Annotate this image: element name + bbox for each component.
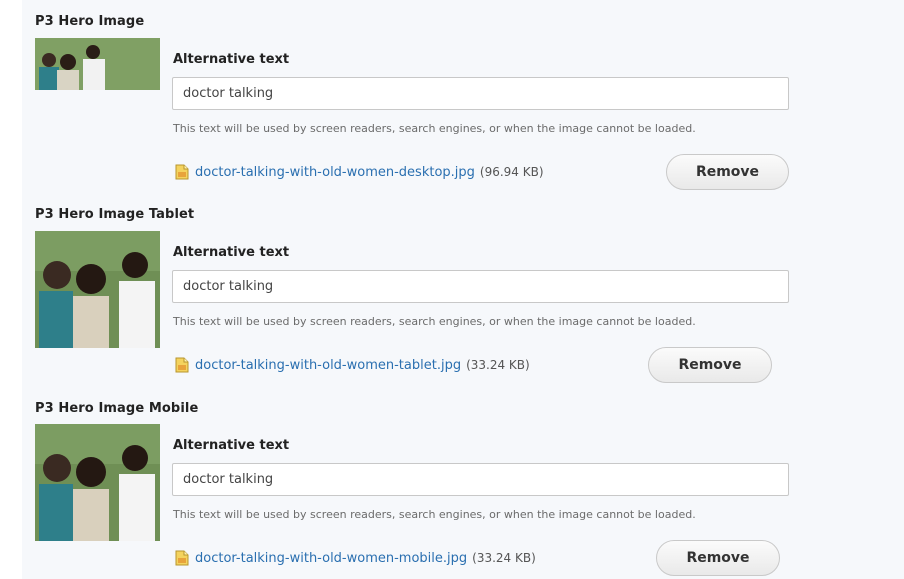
file-size-mobile: (33.24 KB) — [472, 551, 536, 565]
alt-text-input-desktop[interactable] — [172, 77, 789, 110]
image-file-icon — [175, 164, 189, 180]
thumbnail-mobile — [35, 424, 160, 541]
file-link-mobile[interactable]: doctor-talking-with-old-women-mobile.jpg — [195, 551, 467, 566]
section-title-desktop: P3 Hero Image — [35, 14, 145, 29]
remove-button-mobile[interactable]: Remove — [656, 540, 780, 576]
image-file-icon — [175, 550, 189, 566]
file-size-desktop: (96.94 KB) — [479, 165, 544, 179]
file-row-desktop: doctor-talking-with-old-women-desktop.jp… — [175, 162, 544, 182]
alt-text-label: Alternative text — [173, 438, 290, 453]
alt-text-label: Alternative text — [173, 52, 290, 67]
section-title-tablet: P3 Hero Image Tablet — [35, 207, 195, 222]
file-row-tablet: doctor-talking-with-old-women-tablet.jpg… — [175, 355, 530, 375]
file-link-desktop[interactable]: doctor-talking-with-old-women-desktop.jp… — [195, 165, 475, 180]
file-link-tablet[interactable]: doctor-talking-with-old-women-tablet.jpg — [195, 358, 461, 373]
remove-button-tablet[interactable]: Remove — [648, 347, 772, 383]
alt-text-input-tablet[interactable] — [172, 270, 789, 303]
remove-button-desktop[interactable]: Remove — [666, 154, 789, 190]
file-row-mobile: doctor-talking-with-old-women-mobile.jpg… — [175, 548, 536, 568]
section-title-mobile: P3 Hero Image Mobile — [35, 401, 199, 416]
alt-text-help: This text will be used by screen readers… — [173, 508, 696, 521]
alt-text-help: This text will be used by screen readers… — [173, 315, 696, 328]
thumbnail-tablet — [35, 231, 160, 348]
alt-text-label: Alternative text — [173, 245, 290, 260]
alt-text-input-mobile[interactable] — [172, 463, 789, 496]
thumbnail-desktop — [35, 38, 160, 90]
image-file-icon — [175, 357, 189, 373]
file-size-tablet: (33.24 KB) — [466, 358, 530, 372]
alt-text-help: This text will be used by screen readers… — [173, 122, 696, 135]
